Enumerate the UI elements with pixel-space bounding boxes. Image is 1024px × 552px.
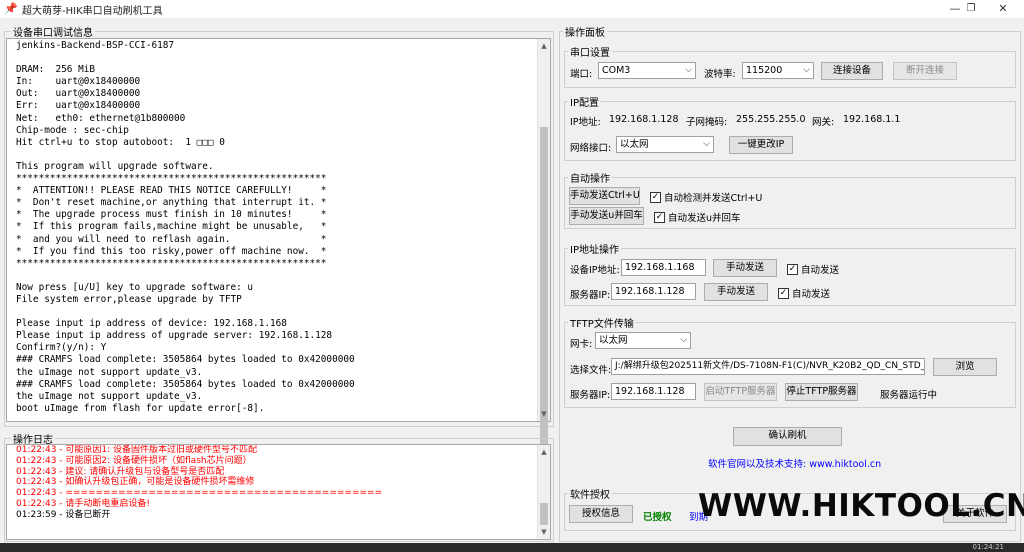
disconnect-button[interactable]: 断开连接 bbox=[893, 62, 957, 80]
chevron-down-icon: ⌵ bbox=[803, 65, 810, 75]
op-log-box[interactable]: 01:22:43 - 可能原因1: 设备固件版本过旧或硬件型号不匹配 01:22:… bbox=[6, 444, 551, 540]
ip-ops-title: IP地址操作 bbox=[568, 241, 621, 256]
scrollbar-thumb[interactable] bbox=[540, 503, 548, 525]
pin-icon: 📌 bbox=[4, 2, 18, 15]
window-title: 超大萌芽-HIK串口自动刷机工具 bbox=[22, 5, 163, 17]
check-icon: ✓ bbox=[650, 191, 661, 203]
scrollbar-thumb[interactable] bbox=[540, 127, 548, 449]
confirm-flash-button[interactable]: 确认刷机 bbox=[733, 427, 842, 446]
ip-address-label: IP地址: bbox=[570, 117, 601, 128]
device-ip-input[interactable]: 192.168.1.168 bbox=[621, 259, 706, 276]
serial-console-scrollbar[interactable]: ▲ ▼ bbox=[537, 39, 550, 449]
port-label: 端口: bbox=[570, 69, 593, 80]
close-button[interactable]: ✕ bbox=[986, 0, 1020, 18]
network-interface-value: 以太网 bbox=[620, 139, 649, 150]
server-ip-input[interactable]: 192.168.1.128 bbox=[611, 283, 696, 300]
tftp-status: 服务器运行中 bbox=[880, 390, 938, 401]
log-line: 01:22:43 - 如确认升级包正确，可能是设备硬件损坏需维修 bbox=[16, 477, 255, 488]
send-device-ip-button[interactable]: 手动发送 bbox=[713, 259, 777, 277]
subnet-mask-label: 子网掩码: bbox=[686, 117, 728, 128]
serial-debug-title: 设备串口调试信息 bbox=[11, 24, 95, 39]
gateway-label: 网关: bbox=[812, 117, 835, 128]
gateway-value: 192.168.1.1 bbox=[843, 114, 901, 125]
file-path-input[interactable]: J:/解绑升级包202511新文件/DS-7108N-F1(C)/NVR_K20… bbox=[611, 358, 925, 375]
connect-button[interactable]: 连接设备 bbox=[821, 62, 883, 80]
send-server-ip-button[interactable]: 手动发送 bbox=[704, 283, 768, 301]
auto-send-device-ip-label: 自动发送 bbox=[801, 265, 840, 276]
serial-settings-title: 串口设置 bbox=[568, 44, 612, 59]
auto-send-device-ip-checkbox[interactable]: ✓ 自动发送 bbox=[787, 262, 839, 276]
log-line: 01:23:59 - 设备已断开 bbox=[16, 509, 111, 520]
stop-tftp-button[interactable]: 停止TFTP服务器 bbox=[785, 383, 858, 401]
auto-send-server-ip-checkbox[interactable]: ✓ 自动发送 bbox=[778, 286, 830, 300]
port-select[interactable]: COM3 ⌵ bbox=[598, 62, 696, 79]
nic-select[interactable]: 以太网 ⌵ bbox=[595, 332, 691, 349]
baud-select-value: 115200 bbox=[746, 65, 783, 76]
serial-console[interactable]: jenkins-Backend-BSP-CCI-6187 DRAM: 256 M… bbox=[6, 38, 551, 422]
send-u-button[interactable]: 手动发送u并回车 bbox=[569, 207, 644, 225]
server-ip-label: 服务器IP: bbox=[570, 290, 611, 301]
device-ip-label: 设备IP地址: bbox=[570, 265, 620, 276]
operation-panel-title: 操作面板 bbox=[563, 24, 607, 39]
start-tftp-button[interactable]: 启动TFTP服务器 bbox=[704, 383, 777, 401]
chevron-down-icon: ⌵ bbox=[680, 335, 687, 345]
log-line: 01:22:43 - 请手动断电重启设备! bbox=[16, 498, 150, 509]
auto-u-label: 自动发送u并回车 bbox=[668, 213, 741, 224]
tftp-server-ip-label: 服务器IP: bbox=[570, 390, 611, 401]
arrow-up-icon[interactable]: ▲ bbox=[538, 39, 550, 53]
arrow-down-icon[interactable]: ▼ bbox=[538, 525, 550, 539]
auto-send-server-ip-label: 自动发送 bbox=[792, 289, 831, 300]
subnet-mask-value: 255.255.255.0 bbox=[736, 114, 806, 125]
baud-label: 波特率: bbox=[704, 69, 736, 80]
app-window: 📌 超大萌芽-HIK串口自动刷机工具 — ❐ ✕ 设备串口调试信息 jenkin… bbox=[0, 0, 1024, 552]
chevron-down-icon: ⌵ bbox=[685, 65, 692, 75]
log-line: 01:22:43 - 建议: 请确认升级包与设备型号是否匹配 bbox=[16, 466, 225, 477]
op-log-scrollbar[interactable]: ▲ ▼ bbox=[537, 445, 550, 539]
auto-ctrl-u-label: 自动检测并发送Ctrl+U bbox=[664, 193, 763, 204]
log-line: 01:22:43 - =============================… bbox=[16, 488, 383, 499]
change-ip-button[interactable]: 一键更改IP bbox=[729, 136, 793, 154]
auto-u-checkbox[interactable]: ✓ 自动发送u并回车 bbox=[654, 210, 741, 224]
support-link[interactable]: 软件官网以及技术支持: www.hiktool.cn bbox=[708, 456, 881, 470]
arrow-down-icon[interactable]: ▼ bbox=[538, 407, 550, 421]
chevron-down-icon: ⌵ bbox=[703, 139, 710, 149]
arrow-up-icon[interactable]: ▲ bbox=[538, 445, 550, 459]
nic-label: 网卡: bbox=[570, 339, 593, 350]
port-select-value: COM3 bbox=[602, 65, 631, 76]
browse-button[interactable]: 浏览 bbox=[933, 358, 997, 376]
tftp-title: TFTP文件传输 bbox=[568, 315, 636, 330]
log-line: 01:22:43 - 可能原因1: 设备固件版本过旧或硬件型号不匹配 bbox=[16, 445, 258, 455]
ip-config-title: IP配置 bbox=[568, 94, 601, 109]
send-ctrl-u-button[interactable]: 手动发送Ctrl+U bbox=[569, 187, 640, 205]
auto-ctrl-u-checkbox[interactable]: ✓ 自动检测并发送Ctrl+U bbox=[650, 190, 762, 204]
taskbar: 01:24:21 bbox=[0, 543, 1024, 552]
license-info-button[interactable]: 授权信息 bbox=[569, 505, 633, 523]
nic-select-value: 以太网 bbox=[599, 335, 628, 346]
check-icon: ✓ bbox=[778, 287, 789, 299]
title-bar[interactable]: 📌 超大萌芽-HIK串口自动刷机工具 bbox=[0, 0, 1024, 18]
baud-select[interactable]: 115200 ⌵ bbox=[742, 62, 814, 79]
restore-button[interactable]: ❐ bbox=[954, 0, 988, 18]
file-label: 选择文件: bbox=[570, 365, 612, 376]
check-icon: ✓ bbox=[787, 263, 798, 275]
serial-console-text: jenkins-Backend-BSP-CCI-6187 DRAM: 256 M… bbox=[16, 40, 355, 414]
log-line: 01:22:43 - 可能原因2: 设备硬件损坏（如flash芯片问题） bbox=[16, 455, 252, 466]
network-interface-select[interactable]: 以太网 ⌵ bbox=[616, 136, 714, 153]
clock: 01:24:21 bbox=[972, 543, 1004, 551]
license-title: 软件授权 bbox=[568, 486, 612, 501]
ip-address-value: 192.168.1.128 bbox=[609, 114, 679, 125]
check-icon: ✓ bbox=[654, 211, 665, 223]
network-interface-label: 网络接口: bbox=[570, 143, 612, 154]
license-status: 已授权 bbox=[643, 512, 672, 523]
tftp-server-ip-input[interactable]: 192.168.1.128 bbox=[611, 383, 696, 400]
watermark: WWW.HIKTOOL.CN bbox=[698, 488, 1024, 524]
auto-ops-title: 自动操作 bbox=[568, 170, 612, 185]
